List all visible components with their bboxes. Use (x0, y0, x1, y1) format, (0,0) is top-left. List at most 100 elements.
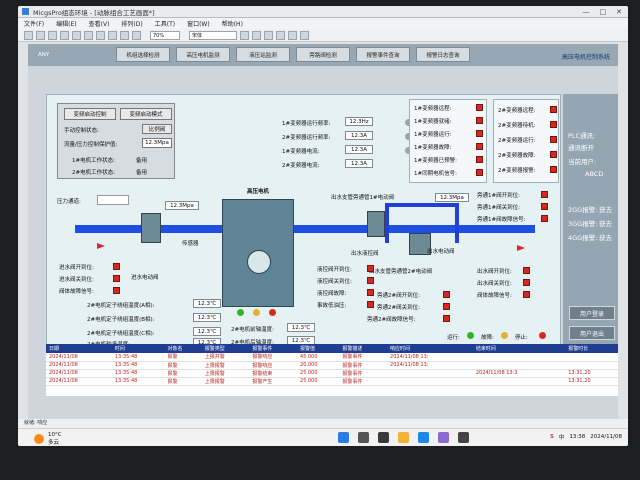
window-controls: — □ ✕ (583, 8, 623, 16)
search-icon[interactable] (358, 432, 369, 443)
font-select[interactable]: 宋体 (189, 30, 237, 40)
menu-edit[interactable]: 编辑(E) (56, 19, 76, 28)
grid-icon[interactable] (120, 30, 129, 40)
window-title: MicgsPro组态环境 - [动脉组合工艺画面*] (33, 8, 155, 17)
menu-file[interactable]: 文件(F) (24, 19, 44, 28)
protect-value[interactable]: 12.3Mpa (142, 138, 172, 148)
pressure-channel-input[interactable] (97, 195, 129, 205)
nav-bypass-monitor[interactable]: 旁路阀检测 (296, 47, 350, 62)
edge-icon[interactable] (418, 432, 429, 443)
layer-icon[interactable] (288, 30, 297, 40)
menu-tools[interactable]: 工具(T) (155, 19, 175, 28)
hydraulic-valve[interactable] (367, 211, 385, 237)
taskbar: 10°C 多云 S 中 13:38 2024/11/08 (18, 428, 628, 446)
col-response-time[interactable]: 响应时间 (387, 344, 473, 353)
table-row[interactable]: 2024/11/08 13:35:48 报警 上限报警 报警结束 25.000 … (46, 369, 618, 378)
group-icon[interactable] (300, 30, 309, 40)
table-row[interactable]: 2024/11/08 13:35:48 报警 上限报警 报警响应 20.000 … (46, 361, 618, 370)
col-object[interactable]: 对象名 (164, 344, 202, 353)
bold-icon[interactable] (240, 30, 249, 40)
new-icon[interactable] (24, 30, 33, 40)
file-explorer-icon[interactable] (398, 432, 409, 443)
underline-icon[interactable] (264, 30, 273, 40)
windows-start-icon[interactable] (338, 432, 349, 443)
ime-label[interactable]: 中 (559, 433, 565, 441)
nav-hydraulic-monitor[interactable]: 液压站监测 (236, 47, 290, 62)
table-row[interactable]: 2024/11/08 13:35:48 报警 上报并警 报警响应 45.000 … (46, 353, 618, 362)
zoom-select[interactable]: 70% (150, 30, 180, 40)
paste-icon[interactable] (84, 30, 93, 40)
vfd2-run-label: 2#变频器运行: (498, 138, 536, 144)
cell: 报警响应 (249, 361, 298, 370)
weather-widget[interactable]: 10°C 多云 (34, 432, 62, 446)
pressure-left-value: 12.3Mpa (165, 201, 199, 210)
cell: 45.000 (297, 353, 340, 362)
high-voltage-motor[interactable] (222, 199, 294, 307)
nav-alarm-query[interactable]: 报警事件查询 (356, 47, 410, 62)
menu-help[interactable]: 帮助(H) (222, 19, 243, 28)
manual-state-value[interactable]: 比例阀 (142, 124, 172, 134)
cell: 报警 (164, 353, 202, 362)
open-icon[interactable] (36, 30, 45, 40)
menu-window[interactable]: 窗口(W) (187, 19, 210, 28)
nav-motor-monitor[interactable]: 高压电机监测 (176, 47, 230, 62)
undo-icon[interactable] (96, 30, 105, 40)
col-alarm-type[interactable]: 报警类型 (201, 344, 250, 353)
redo-icon[interactable] (108, 30, 117, 40)
vfd1-remote-led (476, 104, 483, 111)
col-alarm-desc[interactable]: 报警描述 (339, 344, 388, 353)
status-bar: 就绪: 响应 (18, 419, 628, 428)
col-duration[interactable]: 报警时长 (565, 344, 618, 353)
app-icon[interactable] (458, 432, 469, 443)
nav-alarm-log[interactable]: 报警日志查询 (416, 47, 470, 62)
italic-icon[interactable] (252, 30, 261, 40)
cut-icon[interactable] (60, 30, 69, 40)
menu-arrange[interactable]: 排列(D) (121, 19, 142, 28)
cell: 报警事件 (339, 369, 388, 378)
nav-unit-select[interactable]: 机组选择检测 (116, 47, 170, 62)
vfd1-run-label: 1#变频器运行: (414, 132, 452, 138)
task-view-icon[interactable] (378, 432, 389, 443)
col-date[interactable]: 日期 (46, 344, 112, 353)
cell (565, 361, 618, 370)
copy-icon[interactable] (72, 30, 81, 40)
col-end-time[interactable]: 结束时间 (472, 344, 566, 353)
close-icon[interactable]: ✕ (616, 8, 622, 16)
alarm-table: 日期 时间 对象名 报警类型 报警事件 报警值 报警描述 响应时间 结束时间 报… (46, 344, 618, 396)
vfd2-fault-label: 2#变频器故障: (498, 153, 536, 159)
cell: 25.000 (297, 369, 340, 378)
vfd-start-mode-button[interactable]: 变频启动模式 (120, 108, 172, 120)
taskbar-apps (338, 432, 469, 443)
vfd-start-control-button[interactable]: 变频启动控制 (64, 108, 116, 120)
bypass-pipe-valve-label: 出水支管旁通管2#电动阀 (369, 269, 433, 275)
motor-run-dot (237, 309, 244, 316)
hydraulic-open-label: 液控阀开到位: (317, 267, 352, 273)
col-time[interactable]: 时间 (111, 344, 165, 353)
logout-button[interactable]: 用户退出 (569, 326, 615, 340)
col-alarm-event[interactable]: 报警事件 (249, 344, 298, 353)
cell (472, 361, 566, 370)
window-titlebar: MicgsPro组态环境 - [动脉组合工艺画面*] — □ ✕ (18, 6, 628, 18)
hydraulic-close-label: 液控阀关到位: (317, 279, 352, 285)
hydraulic-fault-led (367, 289, 374, 296)
menu-view[interactable]: 查看(V) (89, 19, 110, 28)
color-icon[interactable] (276, 30, 285, 40)
minimize-icon[interactable]: — (583, 8, 590, 16)
date[interactable]: 2024/11/08 (590, 434, 622, 440)
motor2-state-label: 2#电机工作状态: (72, 170, 115, 176)
ime-icon[interactable]: S (550, 434, 554, 440)
app-icon[interactable] (438, 432, 449, 443)
save-icon[interactable] (48, 30, 57, 40)
legend-fault-dot (501, 332, 508, 339)
table-row[interactable]: 2024/11/08 13:35:48 报警 上限报警 报警产生 25.000 … (46, 377, 618, 386)
col-alarm-value[interactable]: 报警值 (297, 344, 340, 353)
login-button[interactable]: 用户登录 (569, 306, 615, 320)
bypass2-fault-label: 旁通2#阀故障信号: (367, 317, 416, 323)
inlet-valve[interactable] (141, 213, 161, 243)
clock[interactable]: 13:38 (569, 434, 585, 440)
bypass1-close-label: 旁通1#阀关到位: (477, 205, 520, 211)
cell (387, 377, 473, 386)
maximize-icon[interactable]: □ (600, 8, 607, 16)
motor2-state-value: 备用 (136, 170, 148, 176)
align-icon[interactable] (132, 30, 141, 40)
